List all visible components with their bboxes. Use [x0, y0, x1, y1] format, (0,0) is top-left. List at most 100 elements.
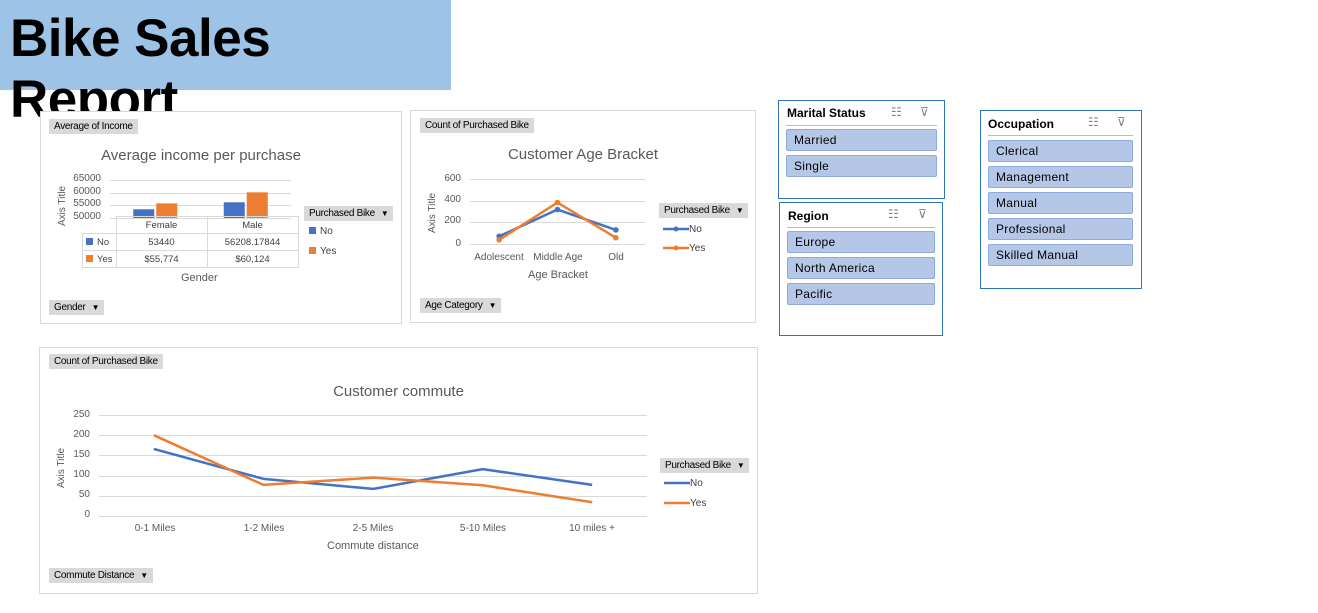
commute-y-tick: 50 — [78, 489, 90, 500]
age-y-tick: 400 — [444, 194, 461, 205]
income-bar-plot — [110, 180, 291, 219]
income-x-axis-title: Gender — [181, 272, 218, 284]
commute-legend-yes: Yes — [664, 498, 706, 509]
age-line-plot — [470, 179, 645, 245]
clear-filter-icon[interactable]: ⊽ — [918, 207, 927, 221]
commute-line-plot — [99, 415, 647, 517]
age-point-no — [554, 206, 561, 213]
slicer-item-manual[interactable]: Manual — [988, 192, 1133, 214]
commute-legend-no-marker — [664, 482, 690, 485]
commute-legend-field-button[interactable]: Purchased Bike ▼ — [660, 458, 750, 473]
commute-x-tick: 2-5 Miles — [352, 523, 394, 534]
marital-status-slicer[interactable]: Marital Status ☷ ⊽ Married Single — [778, 100, 945, 199]
income-value-field-button[interactable]: Average of Income — [49, 119, 138, 134]
chevron-down-icon: ▼ — [91, 303, 100, 312]
age-x-tick: Old — [608, 252, 624, 263]
income-table-no-label: No — [97, 236, 110, 248]
occupation-slicer[interactable]: Occupation ☷ ⊽ Clerical Management Manua… — [980, 110, 1142, 289]
commute-x-tick: 1-2 Miles — [243, 523, 285, 534]
commute-chart[interactable]: Count of Purchased Bike Customer commute… — [39, 347, 758, 594]
age-y-tick: 200 — [444, 215, 461, 226]
slicer-item-north-america[interactable]: North America — [787, 257, 935, 279]
region-slicer-title: Region — [788, 209, 829, 223]
income-table-no-swatch — [86, 237, 93, 245]
age-point-yes — [613, 234, 619, 241]
commute-y-tick: 100 — [73, 469, 90, 480]
slicer-divider — [988, 135, 1133, 136]
age-chart[interactable]: Count of Purchased Bike Customer Age Bra… — [410, 110, 756, 323]
age-point-yes — [496, 236, 502, 243]
income-table-yes-swatch — [86, 254, 93, 262]
income-legend-no-label: No — [320, 226, 333, 237]
occupation-slicer-title: Occupation — [988, 117, 1055, 131]
income-table-row-no: No — [82, 233, 117, 251]
commute-axis-field-button[interactable]: Commute Distance ▼ — [49, 568, 153, 583]
age-legend-no-label: No — [689, 224, 702, 235]
chevron-down-icon: ▼ — [735, 206, 744, 215]
income-bar-yes — [246, 192, 268, 218]
income-table-yes-label: Yes — [97, 253, 113, 265]
income-table-yes-male: $60,124 — [206, 250, 299, 268]
slicer-item-europe[interactable]: Europe — [787, 231, 935, 253]
slicer-item-clerical[interactable]: Clerical — [988, 140, 1133, 162]
age-axis-field-button[interactable]: Age Category ▼ — [420, 298, 502, 313]
income-table-yes-female: $55,774 — [115, 250, 208, 268]
age-legend-field-button[interactable]: Purchased Bike ▼ — [659, 203, 749, 218]
commute-x-tick: 5-10 Miles — [459, 523, 507, 534]
commute-series-no — [153, 447, 593, 491]
age-axis-field-label: Age Category — [425, 300, 483, 311]
report-title-banner: Bike Sales Report — [0, 0, 451, 129]
income-legend-no-swatch — [309, 227, 316, 234]
marital-status-slicer-title: Marital Status — [787, 106, 866, 120]
income-table-row-yes: Yes — [82, 250, 117, 268]
age-chart-title: Customer Age Bracket — [507, 146, 659, 163]
multi-select-icon[interactable]: ☷ — [888, 207, 899, 221]
commute-value-field-label: Count of Purchased Bike — [54, 356, 158, 367]
slicer-item-married[interactable]: Married — [786, 129, 937, 151]
age-value-field-button[interactable]: Count of Purchased Bike — [420, 118, 534, 133]
income-table-no-female: 53440 — [115, 233, 208, 251]
age-point-yes — [554, 199, 561, 206]
commute-legend-yes-label: Yes — [690, 498, 707, 509]
commute-value-field-button[interactable]: Count of Purchased Bike — [49, 354, 163, 369]
region-slicer[interactable]: Region ☷ ⊽ Europe North America Pacific — [779, 202, 943, 336]
slicer-item-single[interactable]: Single — [786, 155, 937, 177]
commute-legend-field-label: Purchased Bike — [665, 460, 731, 471]
age-x-axis-title: Age Bracket — [528, 269, 588, 281]
income-axis-field-label: Gender — [54, 302, 86, 313]
age-point-no — [613, 227, 619, 233]
income-chart-title: Average income per purchase — [101, 147, 301, 164]
slicer-item-pacific[interactable]: Pacific — [787, 283, 935, 305]
age-value-field-label: Count of Purchased Bike — [425, 120, 529, 131]
chevron-down-icon: ▼ — [736, 461, 745, 470]
clear-filter-icon[interactable]: ⊽ — [920, 105, 929, 119]
slicer-item-professional[interactable]: Professional — [988, 218, 1133, 240]
slicer-divider — [787, 227, 935, 228]
multi-select-icon[interactable]: ☷ — [1088, 115, 1099, 129]
commute-y-tick: 250 — [73, 409, 90, 420]
age-y-tick: 0 — [455, 238, 461, 249]
slicer-item-skilled-manual[interactable]: Skilled Manual — [988, 244, 1133, 266]
age-x-tick: Middle Age — [533, 252, 583, 263]
age-legend-field-label: Purchased Bike — [664, 205, 730, 216]
chevron-down-icon: ▼ — [488, 301, 497, 310]
age-legend-no: No — [663, 224, 702, 235]
income-category-female: Female — [115, 216, 208, 234]
commute-legend-yes-marker — [664, 502, 690, 505]
slicer-item-management[interactable]: Management — [988, 166, 1133, 188]
income-axis-field-button[interactable]: Gender ▼ — [49, 300, 105, 315]
income-legend-field-button[interactable]: Purchased Bike ▼ — [304, 206, 394, 221]
income-chart[interactable]: Average of Income Average income per pur… — [40, 111, 402, 324]
chevron-down-icon: ▼ — [380, 209, 389, 218]
multi-select-icon[interactable]: ☷ — [891, 105, 902, 119]
commute-axis-field-label: Commute Distance — [54, 570, 135, 581]
slicer-divider — [786, 125, 937, 126]
income-data-table: Female Male No 53440 56208.17844 Yes $55… — [82, 216, 299, 268]
income-y-tick: 55000 — [73, 198, 101, 209]
commute-legend-no: No — [664, 478, 703, 489]
income-y-tick: 60000 — [73, 186, 101, 197]
commute-x-axis-title: Commute distance — [327, 540, 419, 552]
clear-filter-icon[interactable]: ⊽ — [1117, 115, 1126, 129]
age-legend-yes: Yes — [663, 243, 705, 254]
income-y-tick: 65000 — [73, 173, 101, 184]
